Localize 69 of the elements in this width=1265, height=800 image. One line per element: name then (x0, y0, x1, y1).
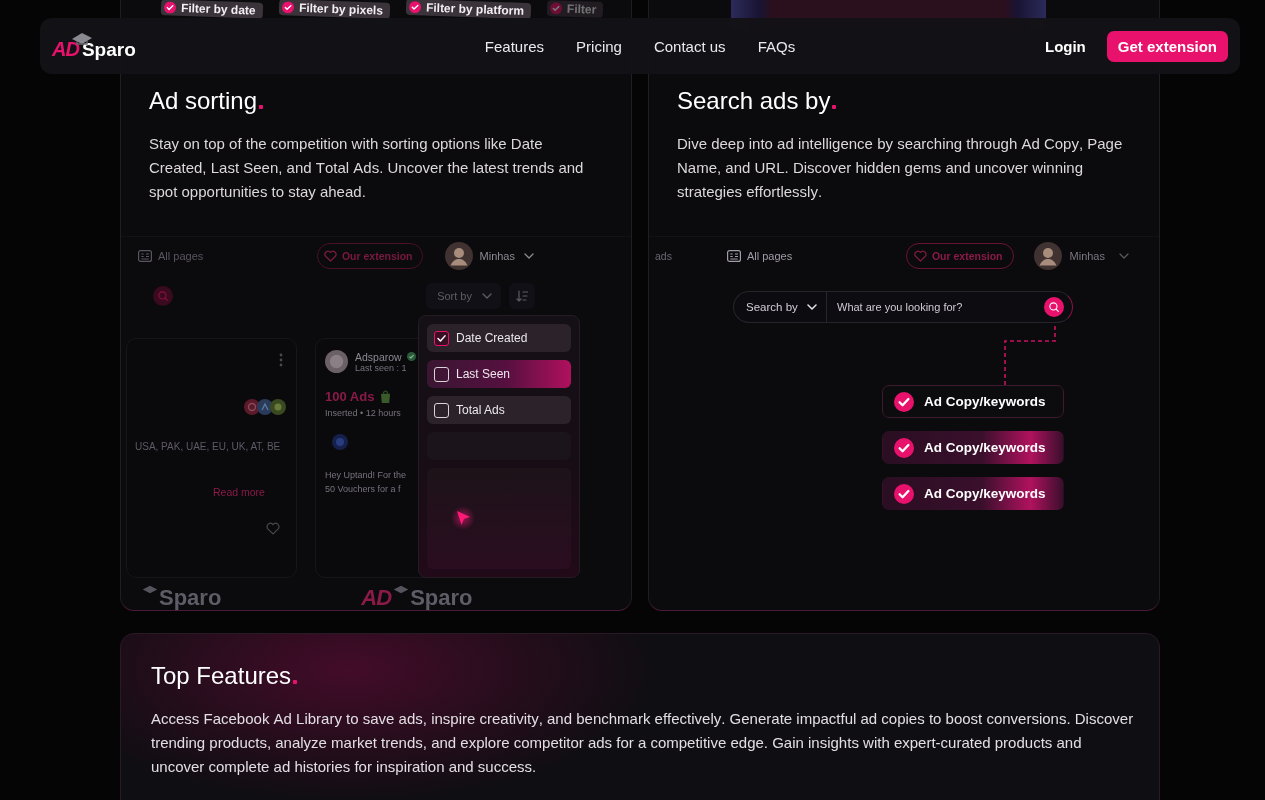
card-description: Access Facebook Ad Library to save ads, inspire creativity, and benchmark effectively. Generate impactful ad copies to boost conversions. Discover trending products, analyze market trends, and explore competitor ads for a competitive edge. Gain insights with expert-curated products and uncover complete ad histories for inspiration and success. (151, 709, 1135, 777)
verified-icon (406, 352, 416, 361)
user-name: Minhas (479, 249, 515, 262)
nav-link[interactable]: Pricing (576, 37, 622, 55)
filter-chip[interactable]: Filter by platform (405, 0, 531, 20)
check-icon (894, 483, 914, 504)
keyword-option[interactable]: Ad Copy/keywords (882, 477, 1064, 510)
logo-link[interactable]: ADSparo (52, 32, 136, 60)
inserted-time: Inserted • 12 hours (325, 408, 401, 418)
search-bar[interactable]: Search by What are you looking for? (733, 291, 1073, 323)
card-description: Dive deep into ad intelligence by searching through Ad Copy, Page Name, and URL. Discover hidden gems and uncover winning strategies effortlessly. (677, 134, 1124, 202)
sort-option[interactable]: Last Seen (427, 360, 571, 388)
check-icon (894, 391, 914, 412)
bag-icon (380, 390, 392, 403)
ad-text-line: Hey Uptand! For the (325, 469, 407, 482)
dot-icon (332, 434, 348, 450)
ads-count: 100 Ads (325, 389, 375, 404)
check-icon (163, 1, 177, 14)
check-icon (408, 0, 421, 14)
search-button[interactable] (1044, 297, 1064, 317)
avatar-icon (444, 241, 473, 270)
keyword-option[interactable]: Ad Copy/keywords (882, 385, 1064, 418)
check-icon (894, 437, 914, 458)
search-icon (1049, 302, 1059, 312)
avatar-icon (1033, 241, 1062, 270)
keyword-option[interactable]: Ad Copy/keywords (882, 431, 1064, 464)
sort-icon (516, 290, 528, 302)
get-extension-button[interactable]: Get extension (1106, 30, 1228, 62)
sort-option[interactable]: Date Created (427, 324, 571, 352)
card-title: Ad sorting (149, 86, 258, 116)
pages-link[interactable]: All pages (746, 249, 793, 262)
card-description: Stay on top of the competition with sorting options like Date Created, Last Seen, and Total Ads. Uncover the latest trends and spot opportunities to stay ahead. (149, 134, 585, 202)
country-list: USA, PAK, UAE, EU, UK, AT, BE (135, 441, 281, 452)
logo-text: Sparo (159, 586, 222, 610)
cap-icon (142, 585, 158, 594)
nav-link[interactable]: Contact us (653, 37, 726, 55)
filter-chip[interactable]: Filter by date (160, 0, 263, 19)
chevron-down-icon (806, 304, 817, 310)
menu-label: ads (655, 249, 672, 262)
page-icon (726, 249, 741, 262)
logo-text: Sparo (410, 586, 473, 610)
platform-icon (270, 399, 286, 415)
chevron-down-icon (482, 293, 492, 299)
cap-icon (393, 585, 410, 594)
checkbox[interactable] (434, 330, 449, 346)
card-title: Top Features (151, 661, 292, 691)
check-icon (549, 2, 562, 15)
logo-mark: AD (361, 586, 392, 610)
sort-option[interactable]: Total Ads (427, 396, 571, 424)
cursor-icon (451, 506, 475, 530)
last-seen-text: Last seen : 1 (355, 362, 407, 373)
ad-text-line: 50 Vouchers for a f (325, 483, 401, 496)
heart-icon (913, 249, 927, 262)
check-icon (281, 1, 294, 14)
filter-chip[interactable]: Filter by pixels (278, 0, 390, 19)
search-icon (158, 291, 168, 301)
avatar-icon (325, 350, 348, 373)
login-link[interactable]: Login (1044, 37, 1086, 55)
chevron-down-icon (1119, 252, 1129, 259)
tick-icon (437, 334, 446, 342)
chevron-down-icon (524, 252, 534, 259)
page-name: Adsparow (355, 350, 402, 363)
user-name: Minhas (1069, 249, 1105, 262)
heart-icon (323, 249, 337, 262)
nav-link[interactable]: FAQs (757, 37, 796, 55)
connector-line (1004, 323, 1056, 385)
page-icon (138, 249, 152, 262)
nav-link[interactable]: Features (484, 37, 545, 55)
card-title: Search ads by (677, 86, 831, 116)
